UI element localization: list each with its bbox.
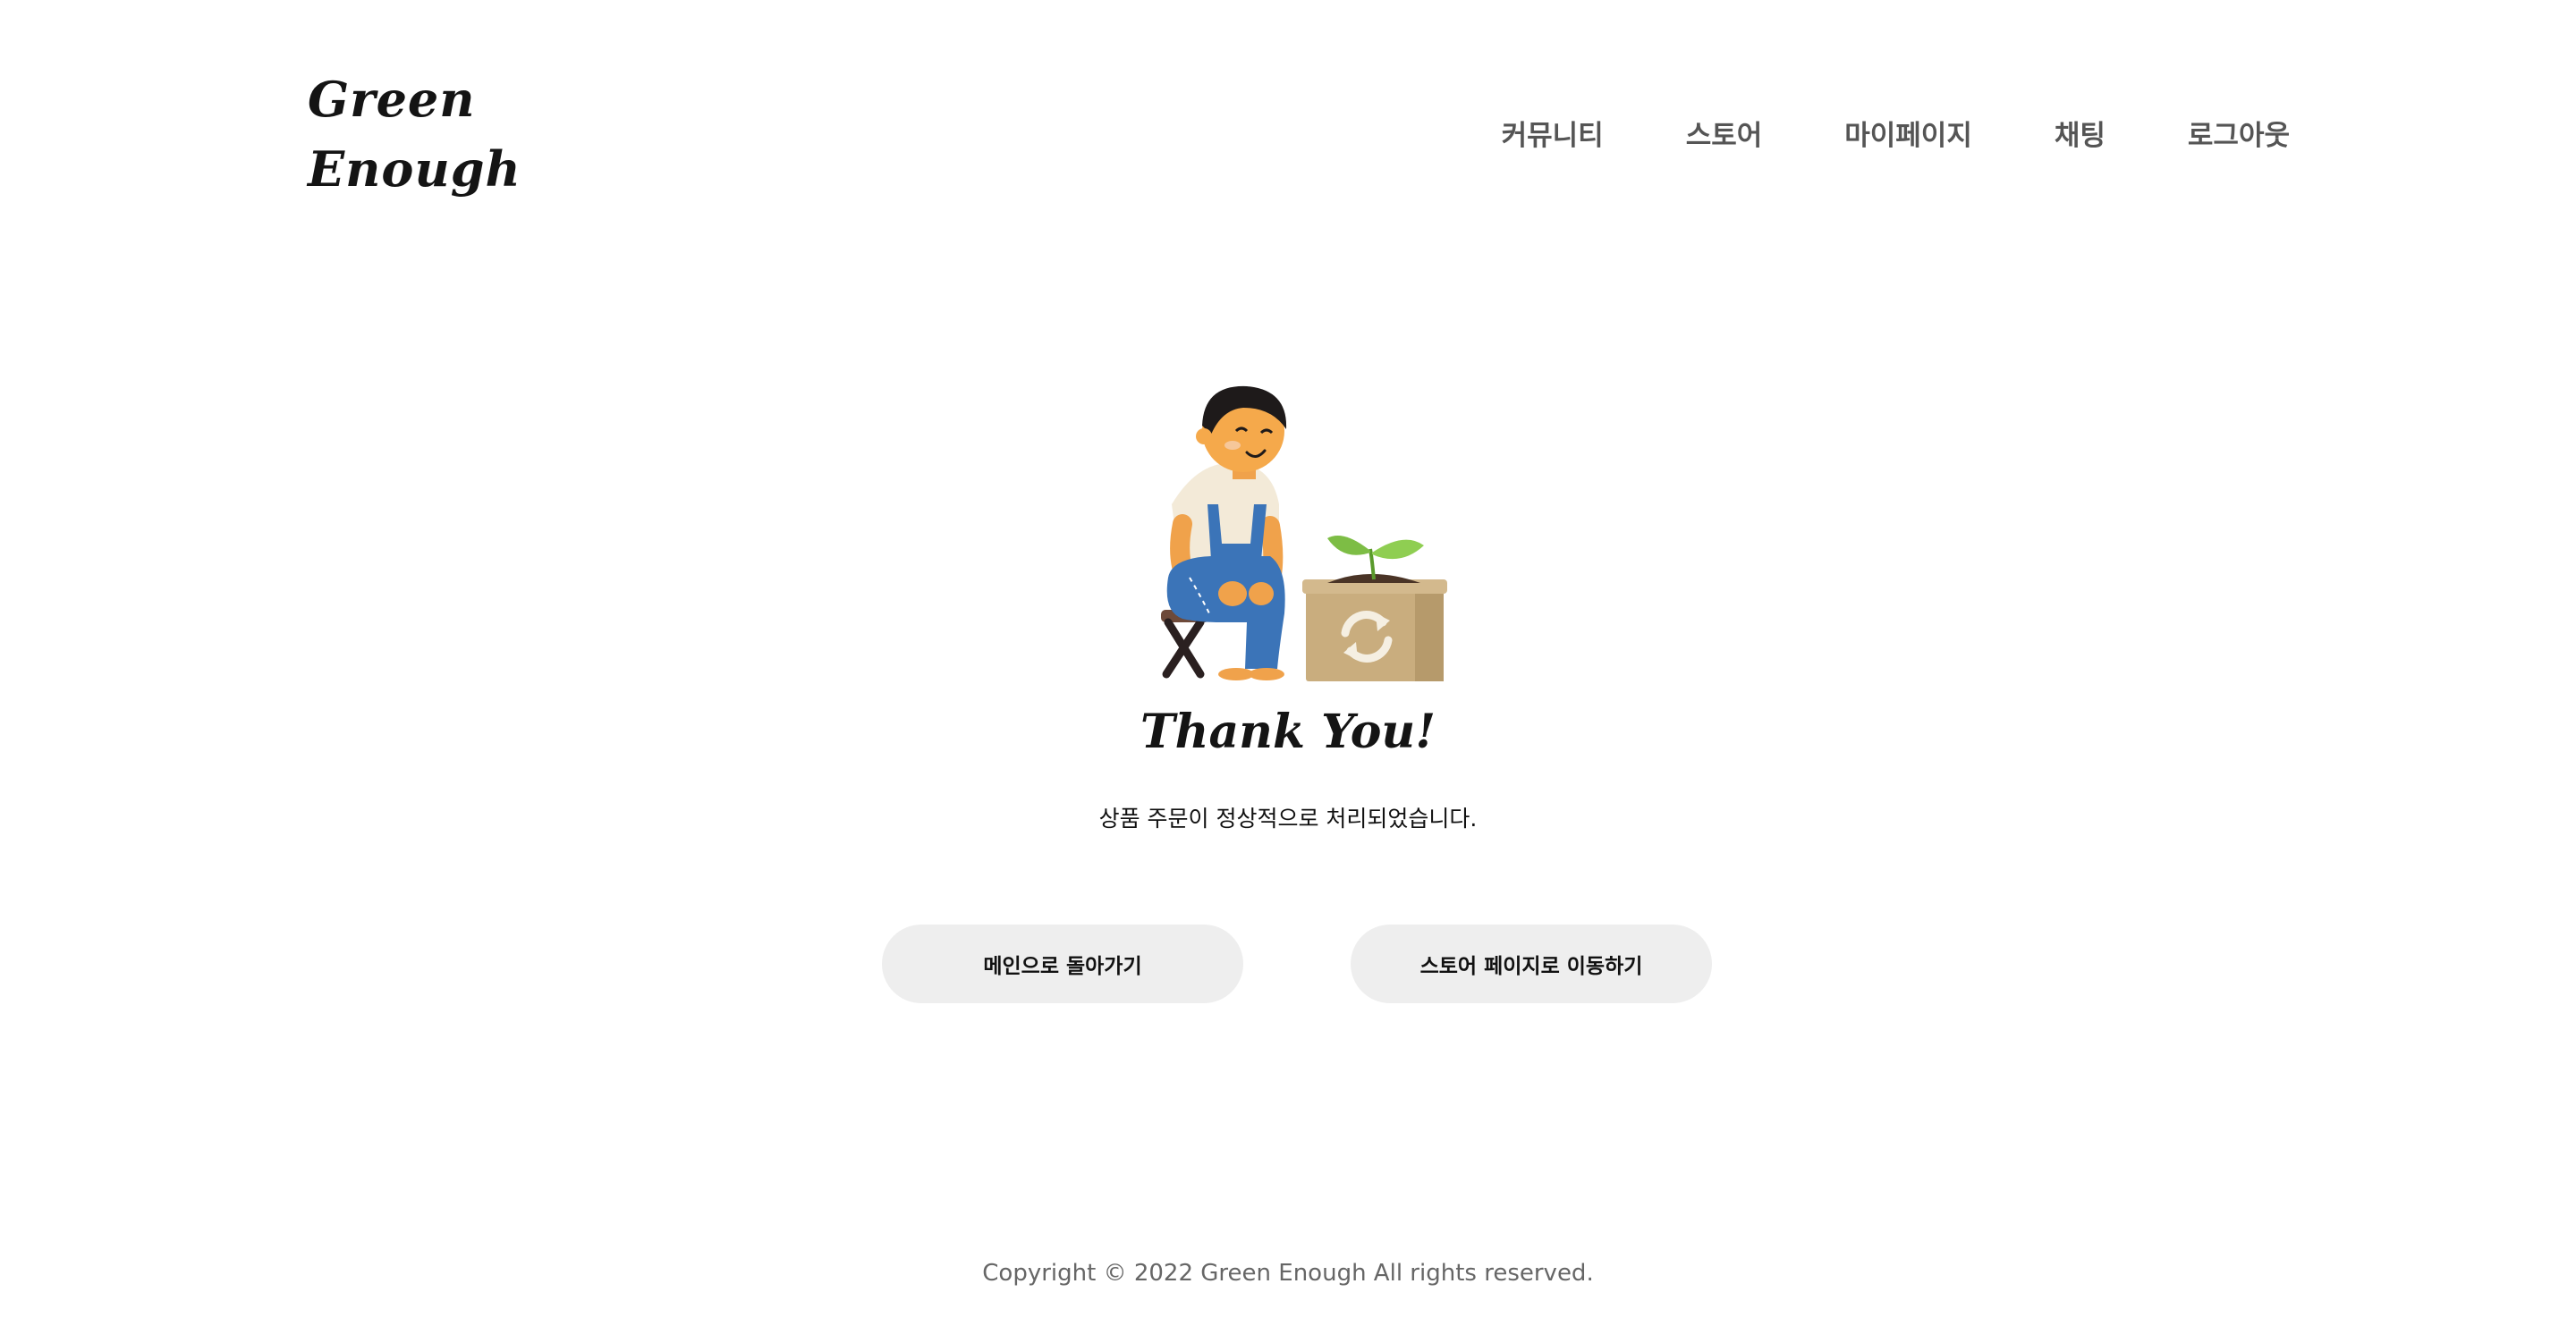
logo-line-1: Green <box>308 71 476 128</box>
nav-item-logout[interactable]: 로그아웃 <box>2188 113 2290 153</box>
nav-item-chat[interactable]: 채팅 <box>2055 113 2106 153</box>
seedling-leaf <box>1327 536 1424 580</box>
nav-item-mypage[interactable]: 마이페이지 <box>1844 113 1972 153</box>
seedling-box <box>1302 574 1447 681</box>
gardener-with-seedling-box-image <box>1161 385 1447 681</box>
gardener-head <box>1196 385 1287 479</box>
go-to-store-button[interactable]: 스토어 페이지로 이동하기 <box>1351 925 1712 1003</box>
order-complete-message: 상품 주문이 정상적으로 처리되었습니다. <box>1098 806 1478 832</box>
nav-item-store[interactable]: 스토어 <box>1686 113 1763 153</box>
gardener-illustration <box>1136 354 1458 685</box>
thank-you-title: Thank You! <box>1140 705 1436 759</box>
main-nav: 커뮤니티 스토어 마이페이지 채팅 로그아웃 <box>1502 113 2290 153</box>
nav-item-community[interactable]: 커뮤니티 <box>1502 113 1604 153</box>
back-to-main-button[interactable]: 메인으로 돌아가기 <box>882 925 1243 1003</box>
logo-line-2: Enough <box>308 140 521 198</box>
footer-copyright: Copyright © 2022 Green Enough All rights… <box>982 1260 1594 1287</box>
site-logo[interactable]: Green Enough <box>308 64 521 204</box>
